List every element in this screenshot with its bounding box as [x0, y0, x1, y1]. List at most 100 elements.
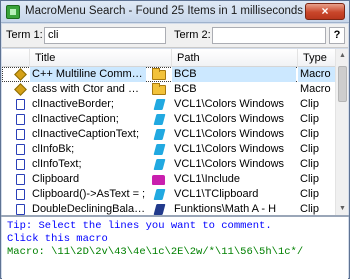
list-item[interactable]: Clipboard()->AsText = ; VCL1\TClipboard Cl… — [2, 187, 335, 202]
item-path: VCL1\Colors Windows — [174, 143, 285, 155]
item-path: VCL1\Colors Windows — [174, 113, 285, 125]
path-icon-cell — [152, 187, 168, 202]
cyan-book-icon — [153, 144, 166, 155]
item-path: BCB — [172, 67, 296, 82]
clip-icon — [16, 159, 25, 170]
item-path: VCL1\Colors Windows — [174, 98, 285, 110]
path-icon-cell — [152, 127, 168, 142]
type-icon-cell — [14, 67, 28, 82]
close-button[interactable]: × — [305, 3, 345, 20]
magenta-folder-icon — [152, 175, 165, 185]
item-type: Clip — [300, 188, 319, 200]
type-icon-cell — [14, 112, 28, 127]
path-icon-cell — [152, 82, 168, 97]
path-icon-cell — [152, 157, 168, 172]
scroll-thumb[interactable] — [338, 66, 347, 102]
item-title: C++ Multiline Comment S... — [30, 67, 146, 82]
tip-line-1: Tip: Select the lines you want to commen… — [7, 220, 272, 232]
item-type: Clip — [300, 113, 319, 125]
tip-line-2: Click this macro — [7, 233, 108, 245]
folder-icon — [152, 68, 166, 80]
scroll-up-arrow-icon[interactable]: ▲ — [336, 49, 349, 62]
item-title: DoubleDecliningBalance — [32, 203, 146, 215]
path-icon-cell — [152, 202, 168, 215]
clip-icon — [16, 174, 25, 185]
clip-icon — [16, 114, 25, 125]
item-type: Clip — [300, 128, 319, 140]
scroll-down-arrow-icon[interactable]: ▼ — [336, 202, 349, 215]
item-type: Clip — [300, 143, 319, 155]
type-icon-cell — [14, 157, 28, 172]
clip-icon — [16, 189, 25, 200]
navy-book-icon — [153, 204, 166, 215]
item-title: Clipboard()->AsText = ; — [32, 188, 146, 200]
list-item[interactable]: DoubleDecliningBalance Funktions\Math A -… — [2, 202, 335, 215]
item-path: VCL1\Colors Windows — [174, 128, 285, 140]
macro-diamond-icon — [14, 68, 27, 81]
window-title: MacroMenu Search - Found 25 Items in 1 m… — [25, 5, 304, 17]
item-title: Clipboard — [32, 173, 80, 185]
tip-panel: Tip: Select the lines you want to commen… — [2, 217, 348, 279]
item-type: Macro — [298, 67, 335, 82]
path-icon-cell — [152, 112, 168, 127]
item-type: Clip — [300, 158, 319, 170]
list-item[interactable]: clInactiveCaption; VCL1\Colors Windows Cli… — [2, 112, 335, 127]
list-item[interactable]: C++ Multiline Comment S... BCBMacro — [2, 67, 335, 82]
type-icon-cell — [14, 187, 28, 202]
clip-icon — [16, 129, 25, 140]
item-path: BCB — [174, 83, 197, 95]
path-icon-cell — [152, 97, 168, 112]
results-list[interactable]: Title Path Type C++ Multiline Comment S.… — [2, 49, 335, 215]
list-item[interactable]: clInfoBk; VCL1\Colors Windows Clip — [2, 142, 335, 157]
column-header-type[interactable]: Type — [298, 49, 335, 67]
clip-icon — [16, 144, 25, 155]
list-item[interactable]: clInactiveCaptionText; VCL1\Colors Window… — [2, 127, 335, 142]
cyan-book-icon — [153, 129, 166, 140]
term2-label: Term 2: — [174, 29, 211, 41]
item-title: clInactiveCaptionText; — [32, 128, 139, 140]
clip-icon — [16, 204, 25, 215]
tip-macro-line: Macro: \11\2D\2v\43\4e\1c\2E\2w/*\11\56\… — [7, 246, 304, 258]
type-icon-cell — [14, 127, 28, 142]
clip-icon — [16, 99, 25, 110]
item-type: Clip — [300, 98, 319, 110]
list-item[interactable]: class with Ctor and Dtor BCB Macro — [2, 82, 335, 97]
item-title: clInactiveBorder; — [32, 98, 114, 110]
item-title: clInfoText; — [32, 158, 82, 170]
term2-input[interactable] — [212, 27, 326, 44]
list-item[interactable]: Clipboard VCL1\Include Clip — [2, 172, 335, 187]
macro-diamond-icon — [14, 83, 27, 96]
title-bar[interactable]: MacroMenu Search - Found 25 Items in 1 m… — [1, 1, 349, 23]
vertical-scrollbar[interactable]: ▲ ▼ — [335, 49, 348, 215]
cyan-book-icon — [153, 114, 166, 125]
type-icon-cell — [14, 142, 28, 157]
list-item[interactable]: clInactiveBorder; VCL1\Colors Windows Clip — [2, 97, 335, 112]
item-type: Clip — [300, 203, 319, 215]
item-path: VCL1\Colors Windows — [174, 158, 285, 170]
column-header-title[interactable]: Title — [30, 49, 172, 67]
list-item[interactable]: clInfoText; VCL1\Colors Windows Clip — [2, 157, 335, 172]
macromenu-search-window: MacroMenu Search - Found 25 Items in 1 m… — [0, 0, 350, 279]
type-icon-cell — [14, 82, 28, 97]
help-button[interactable]: ? — [329, 27, 345, 44]
item-title: clInactiveCaption; — [32, 113, 119, 125]
app-icon — [6, 5, 20, 19]
cyan-book-icon — [153, 189, 166, 200]
path-icon-cell — [152, 172, 168, 187]
path-icon-cell — [152, 142, 168, 157]
item-title: clInfoBk; — [32, 143, 75, 155]
folder-icon — [152, 83, 166, 95]
path-icon-cell — [152, 67, 168, 82]
term1-input[interactable]: cli — [44, 27, 166, 44]
item-path: Funktions\Math A - H — [174, 203, 277, 215]
item-type: Clip — [300, 173, 319, 185]
item-type: Macro — [300, 83, 331, 95]
item-path: VCL1\Include — [174, 173, 241, 185]
header-spacer — [2, 49, 30, 67]
term1-label: Term 1: — [6, 29, 43, 41]
list-header: Title Path Type — [2, 49, 335, 67]
item-path: VCL1\TClipboard — [174, 188, 259, 200]
type-icon-cell — [14, 202, 28, 215]
column-header-path[interactable]: Path — [172, 49, 298, 67]
cyan-book-icon — [153, 99, 166, 110]
